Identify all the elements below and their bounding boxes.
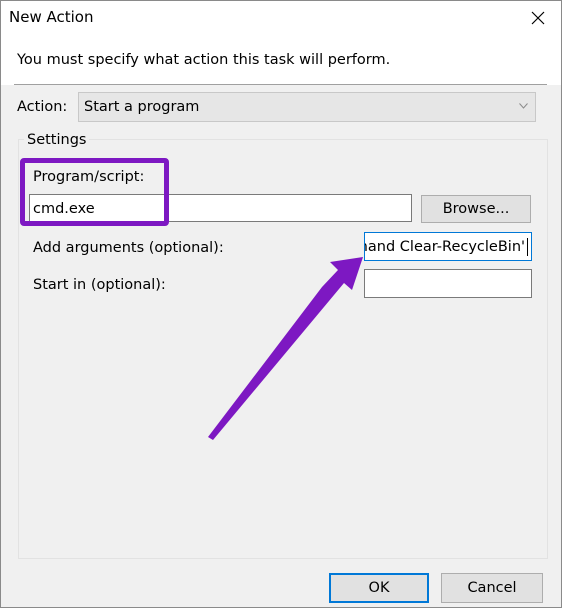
start-in-input[interactable] bbox=[364, 269, 532, 298]
program-script-input[interactable]: cmd.exe bbox=[29, 194, 412, 222]
action-dropdown[interactable]: Start a program bbox=[78, 92, 536, 122]
add-arguments-input[interactable]: nmand Clear-RecycleBin' bbox=[364, 232, 532, 261]
cancel-button[interactable]: Cancel bbox=[441, 573, 543, 603]
instruction-text: You must specify what action this task w… bbox=[17, 52, 391, 68]
program-script-value: cmd.exe bbox=[33, 201, 95, 217]
new-action-dialog: New Action You must specify what action … bbox=[0, 0, 562, 608]
ok-button[interactable]: OK bbox=[329, 573, 429, 603]
title-bar: New Action bbox=[1, 1, 561, 35]
settings-legend: Settings bbox=[24, 132, 90, 148]
add-arguments-value: nmand Clear-RecycleBin' bbox=[365, 239, 525, 255]
start-in-label: Start in (optional): bbox=[33, 277, 166, 293]
header-panel: You must specify what action this task w… bbox=[1, 35, 561, 85]
header-divider bbox=[14, 84, 547, 85]
close-icon bbox=[531, 11, 545, 25]
browse-button[interactable]: Browse... bbox=[421, 195, 531, 223]
action-label: Action: bbox=[17, 99, 68, 115]
text-caret bbox=[527, 238, 528, 256]
close-button[interactable] bbox=[515, 1, 561, 35]
window-title: New Action bbox=[9, 8, 94, 26]
add-arguments-label: Add arguments (optional): bbox=[33, 240, 224, 256]
action-dropdown-value: Start a program bbox=[84, 99, 200, 115]
chevron-down-icon bbox=[519, 103, 528, 109]
program-script-label: Program/script: bbox=[33, 169, 145, 185]
